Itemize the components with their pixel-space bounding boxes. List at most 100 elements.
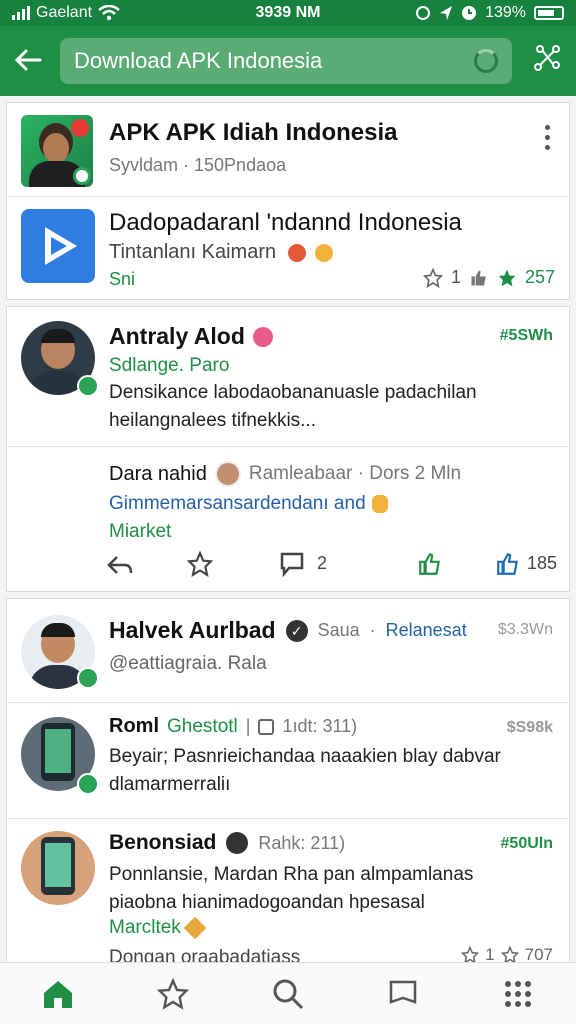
post-tag[interactable]: Marcltek [109,917,181,939]
battery-icon [534,6,564,20]
share-network-icon[interactable] [512,43,562,80]
app-result-row[interactable]: APK APK Idiah Indonesia Syvldam · 150Pnd… [7,103,569,197]
post-text: Ponnlansie, Mardan Rha pan almpamlanas p… [109,864,474,913]
more-vert-icon[interactable] [545,125,551,150]
post-row[interactable]: Roml Ghestotl | 1ıdt: 311) $S98k Beyair;… [7,703,569,819]
thumbs-up-icon[interactable] [469,268,489,288]
star-count: 1 [450,267,461,287]
nav-home[interactable] [28,969,88,1019]
emoji-icon [252,326,273,347]
verified-badge-icon [77,667,99,689]
share-count: 185 [527,553,558,573]
alarm-icon [416,6,431,20]
post-row[interactable]: Halvek Aurlbad ✓ Saua · Relanesat $3.3Wn… [7,599,569,703]
location-icon [440,6,453,20]
reply-header: Dara nahid Ramleabaar · Dors 2 Mln [109,461,461,487]
app-subtitle: Tintanlanı Kaimarn [109,241,334,264]
comment-count: 2 [317,553,328,573]
nav-favorites[interactable] [143,969,203,1019]
star-outline-icon[interactable] [187,551,213,577]
verified-badge-icon [77,773,99,795]
reply-author: Dara nahid [109,462,207,485]
author-name: Halvek Aurlbad [109,617,276,643]
emoji-icon [183,916,207,940]
nav-more[interactable] [488,969,548,1019]
app-tag: Sni [109,269,136,289]
badge-icon [226,832,249,854]
reply-text-row: Gimmemarsansardendanı and [109,493,388,515]
author-handle[interactable]: @eattiagraia. Rala [109,653,267,675]
reply-avatar[interactable] [214,461,241,487]
verified-check-icon: ✓ [285,619,308,642]
phone-image-avatar[interactable] [21,831,95,905]
post-card: Antraly Alod #5SWh Sdlange. Paro Densika… [6,306,570,592]
like-count: 257 [524,267,555,287]
reply-text[interactable]: Gimmemarsansardendanı and [109,493,366,515]
grid-icon [505,980,532,1007]
home-icon [43,980,72,1008]
post-author: Roml Ghestotl | 1ıdt: 311) [109,715,357,738]
post-text: Beyair; Pasnrieichandaa naaakien blay da… [109,746,501,795]
reply-meta: Ramleabaar · Dors 2 Mln [248,463,462,484]
share-icon[interactable] [495,551,521,577]
post-metric: $S98k [506,719,553,736]
post-tag-row: Marcltek [109,916,207,940]
post-meta: Rahk: 211) [258,832,346,853]
app-icon-portrait [21,115,93,187]
author-tag[interactable]: Ghestotl [167,716,238,738]
meta-separator: · [369,620,376,640]
reply-icon[interactable] [107,553,133,577]
nav-library[interactable] [373,969,433,1019]
app-result-row[interactable]: Dadopadaranl 'ndannd Indonesia Tintanlan… [7,197,569,299]
post-metric: $3.3Wn [497,621,553,638]
star-outline-icon[interactable] [422,267,443,288]
nav-search[interactable] [258,969,318,1019]
search-box[interactable] [60,38,512,84]
status-bar: Gaelant 3939 NM 139% [0,0,576,26]
carrier-name: Gaelant [36,4,93,21]
author-name: Roml [109,715,159,737]
post-header[interactable]: Antraly Alod #5SWh Sdlange. Paro Densika… [7,307,569,447]
clock-icon [462,6,477,20]
signal-icon [12,6,30,20]
post-meta: 1ıdt: 311) [282,716,358,736]
post-text: Densikance labodaobananuasle padachilan … [109,382,477,431]
comment-icon[interactable] [279,551,305,577]
meta-separator: | [245,716,251,736]
search-input[interactable] [74,48,474,74]
link-icon [258,718,275,735]
loading-spinner-icon [474,49,498,73]
author-handle[interactable]: Sdlange. Paro [109,355,229,377]
app-title: APK APK Idiah Indonesia [109,119,398,146]
play-app-icon [21,209,95,283]
app-subtitle-text: Tintanlanı Kaimarn [109,241,277,263]
post-metric: #50Uln [500,835,553,852]
reply-row[interactable]: Dara nahid Ramleabaar · Dors 2 Mln Gimme… [7,447,569,591]
post-row[interactable]: Benonsiad Rahk: 211) #50Uln Ponnlansie, … [7,819,569,969]
verified-badge-icon [77,375,99,397]
post-list-card: Halvek Aurlbad ✓ Saua · Relanesat $3.3Wn… [6,598,570,970]
battery-percent: 139% [485,4,526,21]
app-subtitle: Syvldam · 150Pndaoa [109,155,287,175]
reply-tag[interactable]: Miarket [109,521,171,543]
post-meta: Saua [317,620,360,640]
book-icon [389,980,417,1004]
thumbs-up-icon[interactable] [417,551,443,577]
back-arrow-icon[interactable] [14,45,60,77]
post-actions: 2 185 [107,551,557,579]
emoji-icon [287,243,306,262]
post-metric: #5SWh [499,327,553,344]
post-author: Benonsiad Rahk: 211) [109,831,345,855]
post-author: Antraly Alod [109,323,273,350]
wifi-icon [98,5,120,21]
author-name: Antraly Alod [109,323,245,349]
emoji-icon [315,243,334,262]
star-filled-icon [498,269,516,286]
status-time: 3939 NM [255,4,321,21]
relation-link[interactable]: Relanesat [386,620,467,641]
app-results-card: APK APK Idiah Indonesia Syvldam · 150Pnd… [6,102,570,300]
bottom-navigation [0,962,576,1024]
search-icon [273,979,304,1009]
app-rating-row: 1 257 [422,267,555,288]
app-bar [0,26,576,96]
